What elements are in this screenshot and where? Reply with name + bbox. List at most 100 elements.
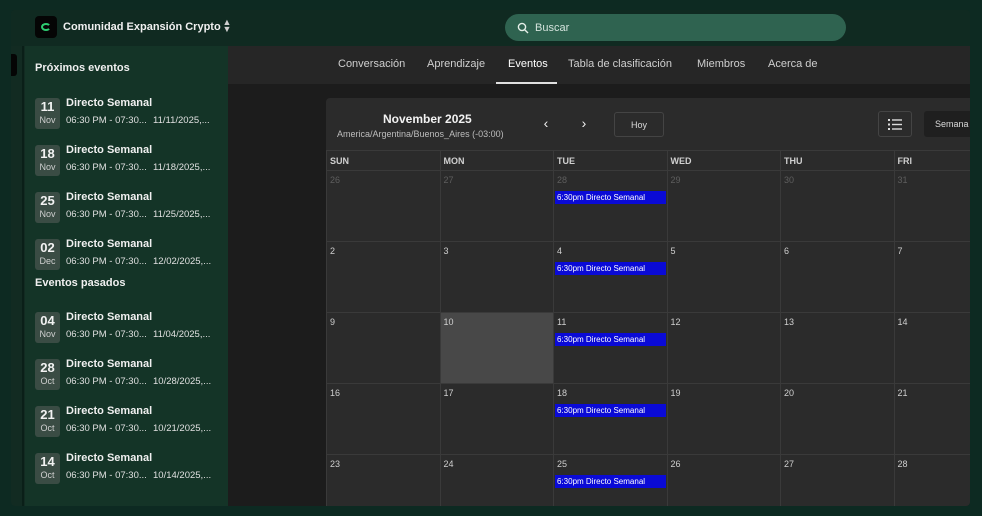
day-number: 10	[443, 317, 454, 327]
event-title: Directo Semanal	[66, 191, 153, 203]
event-day: 14	[40, 454, 55, 469]
list-view-button[interactable]	[878, 111, 912, 137]
day-cell[interactable]: 12	[666, 312, 780, 383]
weekday-header: FRI	[893, 150, 970, 170]
day-number: 20	[784, 388, 795, 398]
event-title: Directo Semanal	[66, 144, 153, 156]
day-cell[interactable]: 6	[780, 241, 894, 312]
day-number: 30	[784, 175, 795, 185]
event-date-badge: 21 Oct	[35, 406, 60, 437]
active-tab-indicator	[496, 82, 557, 84]
day-number: 14	[897, 317, 908, 327]
day-cell[interactable]: 16	[326, 383, 440, 454]
timezone-label: America/Argentina/Buenos_Aires (-03:00)	[337, 129, 504, 139]
day-cell[interactable]: 20	[780, 383, 894, 454]
day-cell[interactable]: 11 6:30pm Directo Semanal	[553, 312, 667, 383]
day-cell[interactable]: 27	[439, 170, 553, 241]
search-input[interactable]: Buscar	[505, 14, 846, 41]
event-date: 11/11/2025,...	[153, 115, 210, 126]
search-icon	[517, 22, 529, 33]
day-number: 25	[557, 459, 568, 469]
event-month: Nov	[39, 115, 56, 125]
day-number: 6	[784, 246, 790, 256]
collapse-handle[interactable]	[11, 54, 17, 76]
event-list-item[interactable]: 14 Oct Directo Semanal 06:30 PM - 07:30... 1…	[35, 451, 225, 485]
weekday-header: THU	[780, 150, 894, 170]
day-cell[interactable]: 7	[893, 241, 970, 312]
day-cell[interactable]: 2	[326, 241, 440, 312]
chevron-right-icon[interactable]: ›	[577, 116, 591, 130]
day-cell[interactable]: 13	[780, 312, 894, 383]
event-day: 21	[40, 407, 55, 422]
main-content: Conversación Aprendizaje Eventos Tabla de c…	[228, 46, 970, 506]
tab-miembros[interactable]: Miembros	[697, 58, 745, 70]
calendar-event[interactable]: 6:30pm Directo Semanal	[555, 262, 666, 275]
event-title: Directo Semanal	[66, 238, 153, 250]
day-cell[interactable]: 17	[439, 383, 553, 454]
event-month: Nov	[39, 209, 56, 219]
calendar-event[interactable]: 6:30pm Directo Semanal	[555, 404, 666, 417]
day-cell[interactable]: 26	[326, 170, 440, 241]
event-list-item[interactable]: 28 Oct Directo Semanal 06:30 PM - 07:30... 1…	[35, 357, 225, 391]
day-cell[interactable]: 24	[439, 454, 553, 506]
tab-eventos[interactable]: Eventos	[508, 58, 548, 70]
tab-conversación[interactable]: Conversación	[338, 58, 405, 70]
event-date: 11/18/2025,...	[153, 162, 211, 173]
event-list-item[interactable]: 25 Nov Directo Semanal 06:30 PM - 07:30... 1…	[35, 190, 225, 224]
event-time: 06:30 PM - 07:30...	[66, 162, 147, 173]
day-number: 13	[784, 317, 795, 327]
calendar-event[interactable]: 6:30pm Directo Semanal	[555, 333, 666, 346]
day-cell[interactable]: 5	[666, 241, 780, 312]
day-cell[interactable]: 9	[326, 312, 440, 383]
event-list-item[interactable]: 18 Nov Directo Semanal 06:30 PM - 07:30... 1…	[35, 143, 225, 177]
day-cell[interactable]: 27	[780, 454, 894, 506]
day-cell[interactable]: 3	[439, 241, 553, 312]
day-number: 7	[897, 246, 903, 256]
day-number: 5	[670, 246, 676, 256]
event-list-item[interactable]: 11 Nov Directo Semanal 06:30 PM - 07:30... 1…	[35, 96, 225, 130]
event-list-item[interactable]: 02 Dec Directo Semanal 06:30 PM - 07:30... 1…	[35, 237, 225, 271]
tab-aprendizaje[interactable]: Aprendizaje	[427, 58, 485, 70]
top-bar: Comunidad Expansión Crypto ▲ ▼ Buscar	[11, 10, 970, 46]
day-cell[interactable]: 25 6:30pm Directo Semanal	[553, 454, 667, 506]
community-logo-icon[interactable]	[35, 16, 57, 38]
event-time: 06:30 PM - 07:30...	[66, 329, 147, 340]
day-number: 23	[330, 459, 341, 469]
day-cell[interactable]: 26	[666, 454, 780, 506]
event-list-item[interactable]: 04 Nov Directo Semanal 06:30 PM - 07:30... 1…	[35, 310, 225, 344]
day-number: 17	[443, 388, 454, 398]
day-cell[interactable]: 30	[780, 170, 894, 241]
tab-tabla-de-clasificación[interactable]: Tabla de clasificación	[568, 58, 672, 70]
today-button[interactable]: Hoy	[614, 112, 664, 137]
event-time: 06:30 PM - 07:30...	[66, 256, 147, 267]
event-time: 06:30 PM - 07:30...	[66, 470, 147, 481]
day-number: 12	[670, 317, 681, 327]
day-cell[interactable]: 28 6:30pm Directo Semanal	[553, 170, 667, 241]
nav-tabs: Conversación Aprendizaje Eventos Tabla de c…	[228, 46, 970, 84]
event-month: Oct	[40, 423, 55, 433]
day-number: 2	[330, 246, 336, 256]
day-cell[interactable]: 28	[893, 454, 970, 506]
day-cell[interactable]: 4 6:30pm Directo Semanal	[553, 241, 667, 312]
event-title: Directo Semanal	[66, 452, 153, 464]
calendar-event[interactable]: 6:30pm Directo Semanal	[555, 191, 666, 204]
day-cell[interactable]: 14	[893, 312, 970, 383]
weekday-header: MON	[439, 150, 553, 170]
day-cell[interactable]: 23	[326, 454, 440, 506]
community-title[interactable]: Comunidad Expansión Crypto	[63, 21, 221, 33]
calendar-event[interactable]: 6:30pm Directo Semanal	[555, 475, 666, 488]
event-date-badge: 04 Nov	[35, 312, 60, 343]
day-cell[interactable]: 21	[893, 383, 970, 454]
event-day: 18	[40, 146, 55, 161]
day-cell[interactable]: 18 6:30pm Directo Semanal	[553, 383, 667, 454]
chevron-left-icon[interactable]: ‹	[539, 116, 553, 130]
week-view-button[interactable]: Semana	[924, 111, 970, 137]
tab-acerca-de[interactable]: Acerca de	[768, 58, 818, 70]
day-cell[interactable]: 31	[893, 170, 970, 241]
event-list-item[interactable]: 21 Oct Directo Semanal 06:30 PM - 07:30... 1…	[35, 404, 225, 438]
day-cell[interactable]: 10	[439, 312, 553, 383]
event-month: Nov	[39, 329, 56, 339]
chevron-up-down-icon[interactable]: ▲ ▼	[221, 18, 233, 35]
day-cell[interactable]: 19	[666, 383, 780, 454]
day-cell[interactable]: 29	[666, 170, 780, 241]
